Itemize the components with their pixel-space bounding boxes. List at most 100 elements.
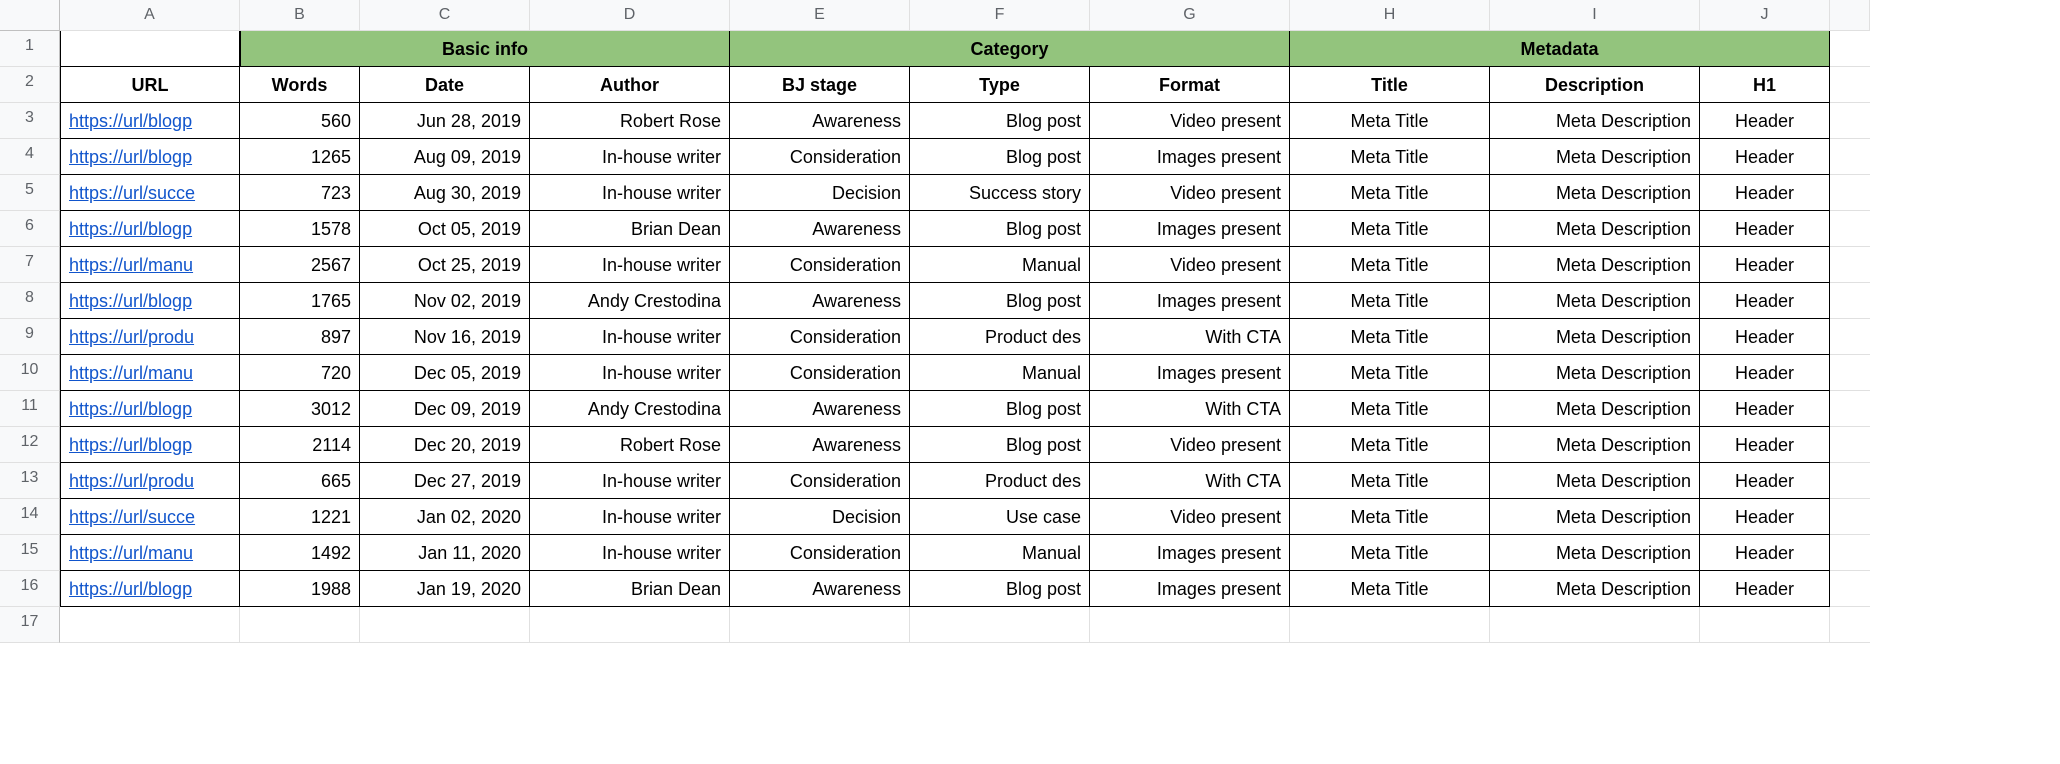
col-header-c[interactable]: C — [360, 0, 530, 31]
cell-words-row12[interactable]: 2114 — [240, 427, 360, 463]
cell-format-row4[interactable]: Images present — [1090, 139, 1290, 175]
empty-cell-row17-5[interactable] — [910, 607, 1090, 643]
row-header-7[interactable]: 7 — [0, 247, 60, 283]
cell-h1-row12[interactable]: Header — [1700, 427, 1830, 463]
row-header-1[interactable]: 1 — [0, 31, 60, 67]
cell-date-row3[interactable]: Jun 28, 2019 — [360, 103, 530, 139]
cell-desc-row14[interactable]: Meta Description — [1490, 499, 1700, 535]
url-link[interactable]: https://url/succe — [69, 183, 195, 203]
cell-h1-row7[interactable]: Header — [1700, 247, 1830, 283]
row-header-8[interactable]: 8 — [0, 283, 60, 319]
header-description[interactable]: Description — [1490, 67, 1700, 103]
cell-desc-row8[interactable]: Meta Description — [1490, 283, 1700, 319]
cell-format-row6[interactable]: Images present — [1090, 211, 1290, 247]
row3-tail[interactable] — [1830, 103, 1870, 139]
cell-h1-row13[interactable]: Header — [1700, 463, 1830, 499]
col-header-e[interactable]: E — [730, 0, 910, 31]
cell-type-row7[interactable]: Manual — [910, 247, 1090, 283]
cell-format-row15[interactable]: Images present — [1090, 535, 1290, 571]
row-header-5[interactable]: 5 — [0, 175, 60, 211]
cell-format-row8[interactable]: Images present — [1090, 283, 1290, 319]
row17-tail[interactable] — [1830, 607, 1870, 643]
row1-tail[interactable] — [1830, 31, 1870, 67]
cell-words-row8[interactable]: 1765 — [240, 283, 360, 319]
header-date[interactable]: Date — [360, 67, 530, 103]
header-type[interactable]: Type — [910, 67, 1090, 103]
url-link[interactable]: https://url/succe — [69, 507, 195, 527]
cell-title-row3[interactable]: Meta Title — [1290, 103, 1490, 139]
cell-title-row14[interactable]: Meta Title — [1290, 499, 1490, 535]
cell-title-row4[interactable]: Meta Title — [1290, 139, 1490, 175]
row14-tail[interactable] — [1830, 499, 1870, 535]
row-header-16[interactable]: 16 — [0, 571, 60, 607]
row-header-10[interactable]: 10 — [0, 355, 60, 391]
cell-date-row6[interactable]: Oct 05, 2019 — [360, 211, 530, 247]
header-format[interactable]: Format — [1090, 67, 1290, 103]
cell-author-row7[interactable]: In-house writer — [530, 247, 730, 283]
cell-author-row15[interactable]: In-house writer — [530, 535, 730, 571]
row-header-15[interactable]: 15 — [0, 535, 60, 571]
cell-desc-row16[interactable]: Meta Description — [1490, 571, 1700, 607]
cell-bjstage-row10[interactable]: Consideration — [730, 355, 910, 391]
cell-h1-row16[interactable]: Header — [1700, 571, 1830, 607]
cell-desc-row9[interactable]: Meta Description — [1490, 319, 1700, 355]
row-header-4[interactable]: 4 — [0, 139, 60, 175]
cell-bjstage-row6[interactable]: Awareness — [730, 211, 910, 247]
row12-tail[interactable] — [1830, 427, 1870, 463]
cell-author-row8[interactable]: Andy Crestodina — [530, 283, 730, 319]
cell-desc-row13[interactable]: Meta Description — [1490, 463, 1700, 499]
cell-bjstage-row11[interactable]: Awareness — [730, 391, 910, 427]
cell-date-row13[interactable]: Dec 27, 2019 — [360, 463, 530, 499]
cell-date-row8[interactable]: Nov 02, 2019 — [360, 283, 530, 319]
cell-bjstage-row5[interactable]: Decision — [730, 175, 910, 211]
cell-bjstage-row16[interactable]: Awareness — [730, 571, 910, 607]
cell-h1-row11[interactable]: Header — [1700, 391, 1830, 427]
cell-url-row16[interactable]: https://url/blogp — [60, 571, 240, 607]
url-link[interactable]: https://url/blogp — [69, 399, 192, 419]
cell-bjstage-row7[interactable]: Consideration — [730, 247, 910, 283]
url-link[interactable]: https://url/produ — [69, 327, 194, 347]
row-header-17[interactable]: 17 — [0, 607, 60, 643]
row9-tail[interactable] — [1830, 319, 1870, 355]
header-author[interactable]: Author — [530, 67, 730, 103]
cell-type-row12[interactable]: Blog post — [910, 427, 1090, 463]
cell-bjstage-row3[interactable]: Awareness — [730, 103, 910, 139]
cell-h1-row15[interactable]: Header — [1700, 535, 1830, 571]
cell-a1[interactable] — [60, 31, 240, 67]
url-link[interactable]: https://url/manu — [69, 543, 193, 563]
cell-words-row9[interactable]: 897 — [240, 319, 360, 355]
cell-title-row16[interactable]: Meta Title — [1290, 571, 1490, 607]
cell-desc-row10[interactable]: Meta Description — [1490, 355, 1700, 391]
row13-tail[interactable] — [1830, 463, 1870, 499]
cell-url-row10[interactable]: https://url/manu — [60, 355, 240, 391]
col-header-g[interactable]: G — [1090, 0, 1290, 31]
cell-words-row16[interactable]: 1988 — [240, 571, 360, 607]
cell-author-row6[interactable]: Brian Dean — [530, 211, 730, 247]
row-header-6[interactable]: 6 — [0, 211, 60, 247]
cell-desc-row4[interactable]: Meta Description — [1490, 139, 1700, 175]
cell-type-row4[interactable]: Blog post — [910, 139, 1090, 175]
cell-h1-row3[interactable]: Header — [1700, 103, 1830, 139]
row6-tail[interactable] — [1830, 211, 1870, 247]
cell-url-row8[interactable]: https://url/blogp — [60, 283, 240, 319]
cell-date-row12[interactable]: Dec 20, 2019 — [360, 427, 530, 463]
cell-format-row10[interactable]: Images present — [1090, 355, 1290, 391]
row11-tail[interactable] — [1830, 391, 1870, 427]
cell-bjstage-row8[interactable]: Awareness — [730, 283, 910, 319]
row8-tail[interactable] — [1830, 283, 1870, 319]
cell-date-row7[interactable]: Oct 25, 2019 — [360, 247, 530, 283]
row-header-3[interactable]: 3 — [0, 103, 60, 139]
cell-url-row12[interactable]: https://url/blogp — [60, 427, 240, 463]
cell-words-row6[interactable]: 1578 — [240, 211, 360, 247]
empty-cell-row17-2[interactable] — [360, 607, 530, 643]
empty-cell-row17-9[interactable] — [1700, 607, 1830, 643]
cell-url-row5[interactable]: https://url/succe — [60, 175, 240, 211]
cell-words-row3[interactable]: 560 — [240, 103, 360, 139]
cell-words-row10[interactable]: 720 — [240, 355, 360, 391]
cell-url-row3[interactable]: https://url/blogp — [60, 103, 240, 139]
cell-author-row14[interactable]: In-house writer — [530, 499, 730, 535]
cell-words-row4[interactable]: 1265 — [240, 139, 360, 175]
cell-author-row11[interactable]: Andy Crestodina — [530, 391, 730, 427]
cell-url-row4[interactable]: https://url/blogp — [60, 139, 240, 175]
cell-type-row14[interactable]: Use case — [910, 499, 1090, 535]
